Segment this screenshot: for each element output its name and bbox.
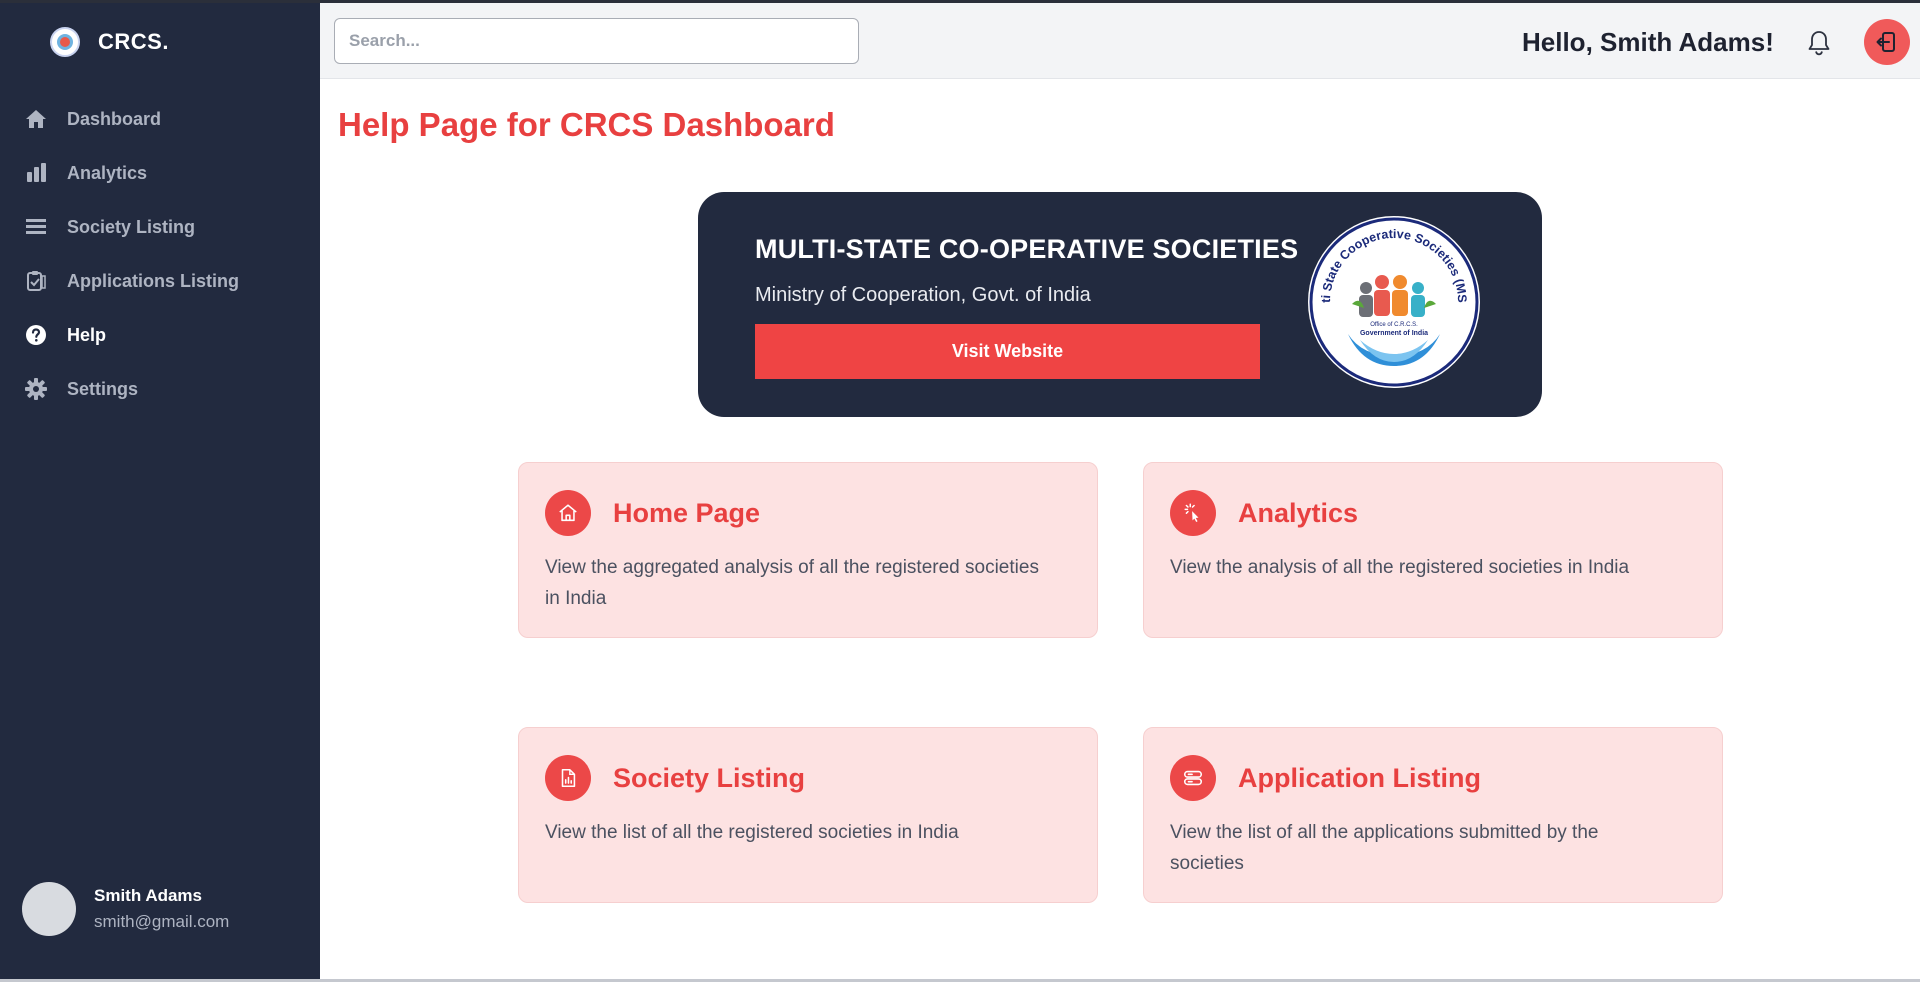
help-icon <box>24 323 48 347</box>
card-title: Home Page <box>613 498 761 528</box>
card-title: Society Listing <box>613 763 806 793</box>
banner-subtitle: Ministry of Cooperation, Govt. of India <box>755 284 1091 306</box>
clipboard-icon <box>24 269 48 293</box>
server-icon <box>1170 755 1216 801</box>
home-icon <box>24 107 48 131</box>
greeting-text: Hello, Smith Adams! <box>1522 27 1774 57</box>
svg-text:Government of India: Government of India <box>1360 330 1428 337</box>
crcs-logo <box>50 27 80 57</box>
sidebar-item-label: Dashboard <box>67 108 162 129</box>
brand-name: CRCS. <box>98 29 169 54</box>
user-info: Smith Adams smith@gmail.com <box>94 886 229 932</box>
sidebar-item-label: Analytics <box>67 162 148 183</box>
help-card-society-listing[interactable]: Society Listing View the list of all the… <box>518 727 1098 903</box>
card-title: Analytics <box>1238 498 1359 528</box>
home-icon <box>545 490 591 536</box>
top-header: Hello, Smith Adams! <box>320 3 1920 79</box>
bell-icon[interactable] <box>1806 29 1832 57</box>
user-name: Smith Adams <box>94 886 203 905</box>
user-profile[interactable]: Smith Adams smith@gmail.com <box>22 882 229 936</box>
logout-button[interactable] <box>1864 19 1910 65</box>
mscs-banner: MULTI-STATE CO-OPERATIVE SOCIETIES Minis… <box>698 192 1542 417</box>
sidebar-item-label: Help <box>67 324 107 345</box>
sidebar-item-settings[interactable]: Settings <box>0 362 320 416</box>
help-card-home-page[interactable]: Home Page View the aggregated analysis o… <box>518 462 1098 638</box>
sidebar-item-label: Applications Listing <box>67 270 240 291</box>
sidebar-item-applications-listing[interactable]: Applications Listing <box>0 254 320 308</box>
sidebar-item-label: Society Listing <box>67 216 196 237</box>
card-description: View the aggregated analysis of all the … <box>545 557 1039 609</box>
window-top-border <box>0 0 1920 3</box>
document-chart-icon <box>545 755 591 801</box>
mscs-seal-logo: Multi State Cooperative Societies (MSCS)… <box>1303 205 1480 388</box>
visit-website-button[interactable]: Visit Website <box>755 324 1260 379</box>
logout-icon <box>1876 32 1895 52</box>
sidebar-item-label: Settings <box>67 378 139 399</box>
card-description: View the list of all the registered soci… <box>545 822 959 843</box>
sidebar-item-analytics[interactable]: Analytics <box>0 146 320 200</box>
avatar <box>22 882 76 936</box>
card-title: Application Listing <box>1238 763 1481 793</box>
sidebar: CRCS. Dashboard Analytics Society Listin… <box>0 0 320 982</box>
brand[interactable]: CRCS. <box>50 27 169 57</box>
search-input[interactable] <box>334 18 859 64</box>
cursor-click-icon <box>1170 490 1216 536</box>
gear-icon <box>24 377 48 401</box>
card-description: View the list of all the applications su… <box>1170 822 1599 874</box>
user-email: smith@gmail.com <box>94 912 230 931</box>
list-icon <box>24 215 48 239</box>
sidebar-item-dashboard[interactable]: Dashboard <box>0 92 320 146</box>
sidebar-nav: Dashboard Analytics Society Listing Appl… <box>0 92 320 416</box>
bar-chart-icon <box>24 161 48 185</box>
card-description: View the analysis of all the registered … <box>1170 557 1630 578</box>
help-card-application-listing[interactable]: Application Listing View the list of all… <box>1143 727 1723 903</box>
sidebar-item-society-listing[interactable]: Society Listing <box>0 200 320 254</box>
sidebar-item-help[interactable]: Help <box>0 308 320 362</box>
page-title: Help Page for CRCS Dashboard <box>338 106 835 143</box>
banner-title: MULTI-STATE CO-OPERATIVE SOCIETIES <box>755 234 1299 264</box>
svg-text:Office of C.R.C.S.: Office of C.R.C.S. <box>1370 322 1418 328</box>
help-card-analytics[interactable]: Analytics View the analysis of all the r… <box>1143 462 1723 638</box>
